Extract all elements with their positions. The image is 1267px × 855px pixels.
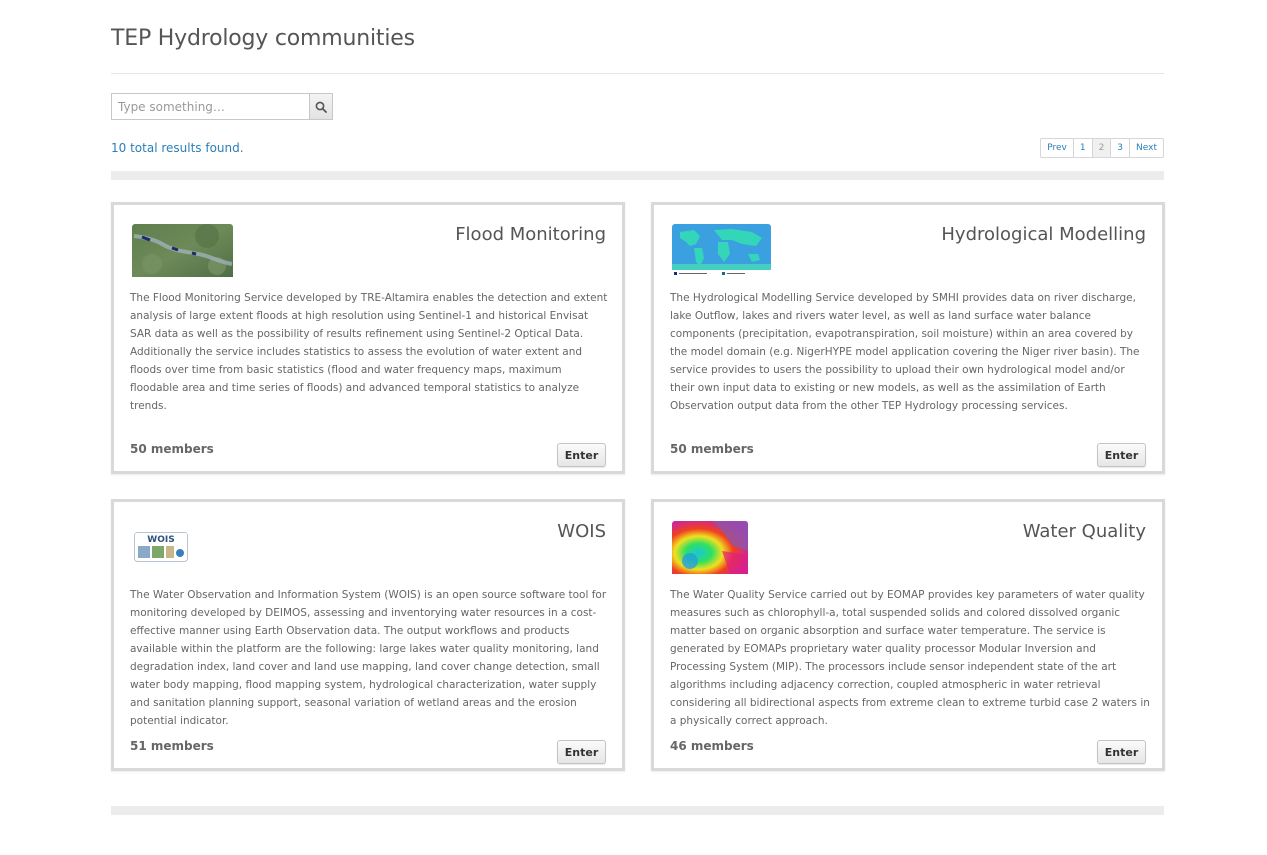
card-members-count: 51 members bbox=[130, 739, 214, 753]
pagination: Prev 1 2 3 Next bbox=[1040, 138, 1164, 158]
card-title[interactable]: WOIS bbox=[557, 521, 606, 542]
card-title[interactable]: Water Quality bbox=[1023, 521, 1146, 542]
enter-button[interactable]: Enter bbox=[1097, 740, 1146, 764]
enter-button[interactable]: Enter bbox=[557, 740, 606, 764]
pagination-prev[interactable]: Prev bbox=[1041, 139, 1074, 157]
pagination-next[interactable]: Next bbox=[1130, 139, 1163, 157]
enter-button[interactable]: Enter bbox=[557, 443, 606, 467]
title-divider bbox=[111, 73, 1164, 74]
card-description: The Flood Monitoring Service developed b… bbox=[130, 292, 608, 412]
search-button[interactable] bbox=[309, 93, 333, 120]
page-title: TEP Hydrology communities bbox=[111, 26, 415, 51]
satellite-flood-image[interactable] bbox=[132, 224, 233, 281]
card-title[interactable]: Flood Monitoring bbox=[455, 224, 606, 245]
community-card-water-quality: Water Quality The Water Quality Service … bbox=[651, 499, 1165, 771]
search-input[interactable] bbox=[111, 93, 309, 120]
card-members-count: 50 members bbox=[670, 442, 754, 456]
search-icon bbox=[315, 101, 327, 113]
world-map-image[interactable] bbox=[672, 224, 771, 281]
card-description: The Hydrological Modelling Service devel… bbox=[670, 292, 1140, 412]
bottom-separator-bar bbox=[111, 806, 1164, 815]
card-members-count: 50 members bbox=[130, 442, 214, 456]
water-quality-map-image[interactable] bbox=[672, 521, 748, 578]
top-separator-bar bbox=[111, 171, 1164, 180]
community-card-hydrological-modelling: Hydrological Modelling The Hydrological … bbox=[651, 202, 1165, 474]
enter-button[interactable]: Enter bbox=[1097, 443, 1146, 467]
community-card-wois: WOIS WOIS The Water Observation and Info… bbox=[111, 499, 625, 771]
wois-logo-text: WOIS bbox=[147, 535, 174, 545]
search-box bbox=[111, 93, 333, 120]
pagination-page-1[interactable]: 1 bbox=[1074, 139, 1093, 157]
card-description: The Water Quality Service carried out by… bbox=[670, 589, 1150, 727]
pagination-page-3[interactable]: 3 bbox=[1111, 139, 1131, 157]
results-count: 10 total results found. bbox=[111, 141, 244, 155]
card-title[interactable]: Hydrological Modelling bbox=[941, 224, 1146, 245]
wois-logo[interactable]: WOIS bbox=[134, 532, 188, 566]
card-members-count: 46 members bbox=[670, 739, 754, 753]
card-description: The Water Observation and Information Sy… bbox=[130, 589, 607, 727]
community-card-flood-monitoring: Flood Monitoring The Flood Monitoring Se… bbox=[111, 202, 625, 474]
pagination-page-2[interactable]: 2 bbox=[1092, 139, 1112, 157]
